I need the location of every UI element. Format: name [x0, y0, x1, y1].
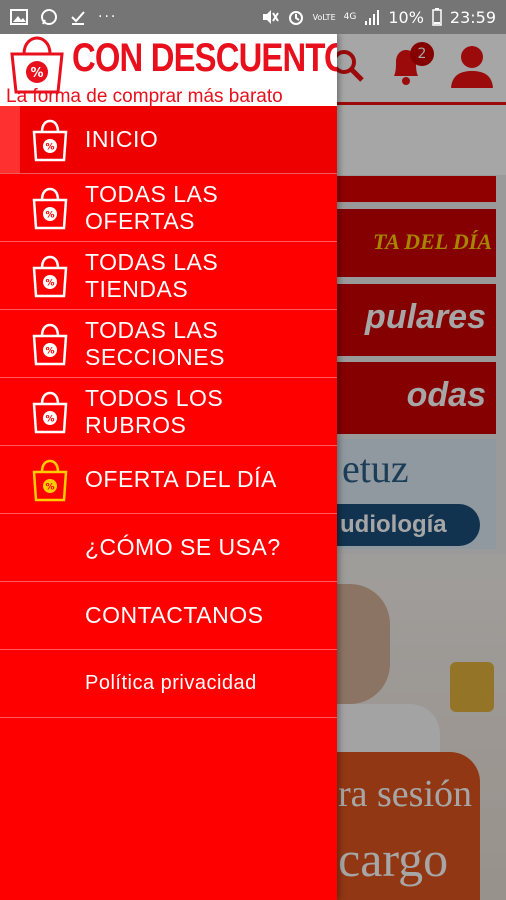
volte-indicator: VoLTE: [312, 12, 336, 22]
menu-item-inicio[interactable]: % INICIO: [0, 106, 337, 174]
menu-item-como-se-usa[interactable]: ¿CÓMO SE USA?: [0, 514, 337, 582]
menu-item-contactanos[interactable]: CONTACTANOS: [0, 582, 337, 650]
menu-item-todos-los-rubros[interactable]: % TODOS LOS RUBROS: [0, 378, 337, 446]
battery-icon: [432, 8, 442, 26]
menu-label: OFERTA DEL DÍA: [85, 466, 277, 492]
menu-label: TODAS LAS OFERTAS: [85, 180, 219, 234]
menu-item-todas-las-tiendas[interactable]: % TODAS LAS TIENDAS: [0, 242, 337, 310]
status-bar: ··· VoLTE 4G 10% 23:59: [0, 0, 506, 34]
svg-text:%: %: [30, 66, 43, 81]
shopping-bag-icon: %: [32, 255, 68, 297]
menu-item-oferta-del-dia[interactable]: % OFERTA DEL DÍA: [0, 446, 337, 514]
shopping-bag-icon: %: [32, 323, 68, 365]
signal-icon: [365, 10, 380, 25]
menu-label: INICIO: [85, 126, 159, 152]
svg-text:%: %: [45, 414, 54, 424]
svg-text:%: %: [45, 278, 54, 288]
menu-label: CONTACTANOS: [85, 602, 264, 628]
svg-text:%: %: [45, 210, 54, 220]
menu-item-politica-privacidad[interactable]: Política privacidad: [0, 650, 337, 718]
alarm-icon: [288, 11, 303, 25]
menu-label: TODAS LAS SECCIONES: [85, 316, 225, 370]
mute-icon: [262, 10, 279, 24]
svg-text:%: %: [45, 482, 54, 492]
drawer-header: % CON DESCUENTO La forma de comprar más …: [0, 34, 337, 106]
navigation-drawer: % CON DESCUENTO La forma de comprar más …: [0, 34, 337, 900]
shopping-bag-icon: %: [32, 391, 68, 433]
shopping-bag-icon: %: [32, 459, 68, 501]
logo-tagline: La forma de comprar más barato: [6, 86, 283, 106]
clock: 23:59: [449, 7, 496, 27]
menu-label: Política privacidad: [85, 672, 257, 694]
download-done-icon: [71, 11, 85, 25]
drawer-menu: % INICIO % TODAS LAS OFERTAS % TODAS LAS…: [0, 106, 337, 718]
shopping-bag-icon: %: [32, 119, 68, 161]
gallery-icon: [10, 9, 28, 25]
svg-text:%: %: [45, 142, 54, 152]
svg-text:%: %: [45, 346, 54, 356]
whatsapp-icon: [41, 9, 57, 25]
menu-label: TODOS LOS RUBROS: [85, 384, 224, 438]
more-notifications-icon: ···: [98, 9, 118, 25]
menu-label: TODAS LAS TIENDAS: [85, 248, 219, 302]
menu-item-todas-las-secciones[interactable]: % TODAS LAS SECCIONES: [0, 310, 337, 378]
logo-title: CON DESCUENTO: [72, 36, 337, 80]
shopping-bag-icon: %: [32, 187, 68, 229]
menu-label: ¿CÓMO SE USA?: [85, 534, 281, 560]
menu-item-todas-las-ofertas[interactable]: % TODAS LAS OFERTAS: [0, 174, 337, 242]
network-type: 4G: [343, 12, 357, 22]
battery-percent: 10%: [388, 7, 424, 27]
